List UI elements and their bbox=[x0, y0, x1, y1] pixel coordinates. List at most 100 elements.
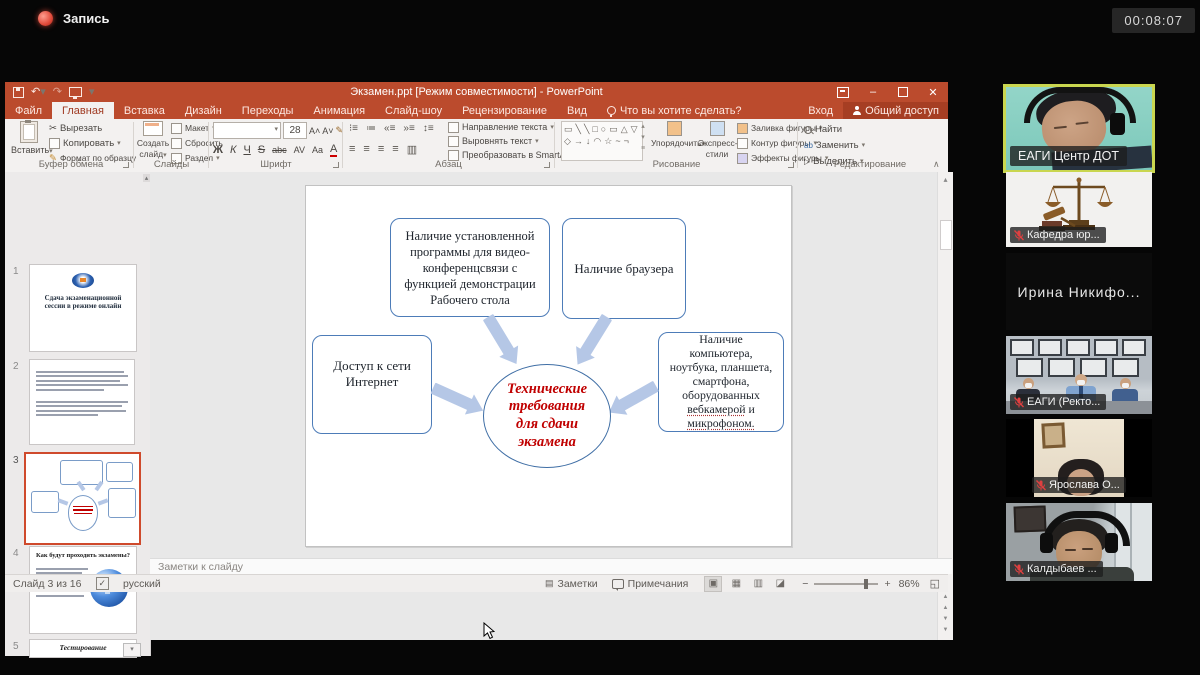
slideshow-view-button[interactable]: ◪ bbox=[772, 577, 788, 591]
change-case-button[interactable]: Aa bbox=[312, 145, 323, 155]
strikethrough-button[interactable]: S bbox=[258, 144, 265, 156]
tab-home[interactable]: Главная bbox=[52, 102, 114, 119]
shape-icon[interactable]: → bbox=[574, 135, 583, 147]
zoom-slider[interactable] bbox=[814, 583, 878, 585]
participant-tile-eagi-rector[interactable]: ЕАГИ (Ректо... bbox=[1006, 336, 1152, 414]
shape-icon[interactable]: ◠ bbox=[593, 135, 601, 147]
zoom-slider-thumb[interactable] bbox=[864, 579, 868, 589]
slide-thumbnail-5[interactable]: Тестирование bbox=[29, 639, 137, 658]
reading-view-button[interactable]: ▥ bbox=[750, 577, 766, 591]
previous-slide-button[interactable]: ▲▲ bbox=[938, 592, 953, 614]
justify-icon[interactable]: ≡ bbox=[392, 143, 398, 156]
shape-icon[interactable]: ¬ bbox=[624, 135, 629, 147]
zoom-in-button[interactable]: + bbox=[884, 578, 890, 590]
numbering-icon[interactable]: ≔ bbox=[366, 123, 376, 134]
minimize-button[interactable]: – bbox=[858, 82, 888, 102]
char-spacing-button[interactable]: AV bbox=[294, 145, 305, 155]
paste-button[interactable]: Вставить▾ bbox=[11, 121, 47, 156]
notes-pane[interactable]: Заметки к слайду bbox=[150, 558, 952, 574]
arrow-left-to-center[interactable] bbox=[431, 383, 473, 411]
shape-devices-box[interactable]: Наличие компьютера, ноутбука, планшета, … bbox=[658, 332, 784, 432]
share-button[interactable]: Общий доступ bbox=[843, 102, 948, 119]
shape-icon[interactable]: ╲ bbox=[576, 123, 581, 135]
tab-insert[interactable]: Вставка bbox=[114, 102, 175, 119]
arrow-topright-to-center[interactable] bbox=[580, 314, 612, 356]
spellcheck-icon[interactable]: ✓ bbox=[96, 577, 110, 590]
arrow-right-to-center[interactable] bbox=[618, 381, 659, 411]
thumbs-scroll-down[interactable]: ▾ bbox=[123, 643, 141, 657]
paragraph-dialog-launcher[interactable] bbox=[544, 162, 550, 168]
shape-icon[interactable]: ☆ bbox=[604, 135, 612, 147]
font-dialog-launcher[interactable] bbox=[333, 162, 339, 168]
quick-styles-button[interactable]: Экспресс-стили bbox=[698, 121, 736, 160]
shapes-gallery[interactable]: ▭╲╲□○▭△▽◇→↓◠☆~¬ bbox=[561, 121, 643, 161]
shape-center-circle[interactable]: Технические требования для сдачи экзамен… bbox=[483, 364, 611, 468]
slide-thumbnail-3-selected[interactable] bbox=[24, 452, 141, 545]
participant-tile-kaldybaev[interactable]: Калдыбаев ... bbox=[1006, 503, 1152, 581]
close-button[interactable]: ✕ bbox=[918, 82, 948, 102]
shape-icon[interactable]: ▭ bbox=[564, 123, 573, 135]
slide-thumbnail-2[interactable] bbox=[29, 359, 135, 445]
shape-icon[interactable]: ▽ bbox=[631, 123, 638, 135]
underline-button[interactable]: Ч bbox=[243, 144, 250, 156]
slide-3[interactable]: Наличие установленной программы для виде… bbox=[305, 185, 792, 547]
fit-to-window-button[interactable]: ◱ bbox=[930, 577, 940, 590]
tab-animations[interactable]: Анимация bbox=[303, 102, 375, 119]
arrow-topleft-to-center[interactable] bbox=[483, 314, 515, 355]
find-button[interactable]: Найти bbox=[804, 123, 865, 136]
participant-tile-kafedra[interactable]: Кафедра юр... bbox=[1006, 172, 1152, 247]
notes-toggle[interactable]: ▤Заметки bbox=[545, 578, 598, 590]
arrange-button[interactable]: Упорядочить▾ bbox=[651, 121, 697, 149]
shape-internet-box[interactable]: Доступ к сети Интернет bbox=[312, 335, 432, 434]
shapes-scroll[interactable]: ▴▾≡ bbox=[639, 121, 647, 154]
tab-slideshow[interactable]: Слайд-шоу bbox=[375, 102, 452, 119]
shrink-font-icon[interactable]: A˅ bbox=[322, 126, 333, 136]
small-strike-button[interactable]: abc bbox=[272, 145, 287, 155]
drawing-dialog-launcher[interactable] bbox=[788, 162, 794, 168]
collapse-ribbon-button[interactable]: ∧ bbox=[933, 159, 940, 170]
indent-increase-icon[interactable]: »≡ bbox=[403, 123, 414, 134]
shape-videoconf-box[interactable]: Наличие установленной программы для виде… bbox=[390, 218, 550, 317]
cut-button[interactable]: ✂Вырезать bbox=[49, 122, 136, 135]
font-name-combobox[interactable]: ▾ bbox=[213, 122, 281, 139]
slide-sorter-view-button[interactable]: ▦ bbox=[728, 577, 744, 591]
font-size-combobox[interactable]: 28 bbox=[283, 122, 307, 139]
new-slide-button[interactable]: Создать слайд▾ bbox=[136, 121, 170, 160]
tab-transitions[interactable]: Переходы bbox=[232, 102, 304, 119]
indent-decrease-icon[interactable]: «≡ bbox=[384, 123, 395, 134]
shape-icon[interactable]: ▭ bbox=[609, 123, 618, 135]
shape-icon[interactable]: △ bbox=[621, 123, 628, 135]
bold-button[interactable]: Ж bbox=[213, 144, 223, 156]
shape-icon[interactable]: □ bbox=[592, 123, 597, 135]
zoom-level[interactable]: 86% bbox=[899, 578, 920, 590]
bullets-icon[interactable]: ⁝≡ bbox=[349, 123, 358, 134]
copy-button[interactable]: Копировать▾ bbox=[49, 137, 136, 150]
sign-in-button[interactable]: Вход bbox=[798, 102, 843, 119]
tab-view[interactable]: Вид bbox=[557, 102, 597, 119]
shape-icon[interactable]: ↓ bbox=[586, 135, 591, 147]
comments-toggle[interactable]: Примечания bbox=[612, 578, 689, 590]
shape-icon[interactable]: ~ bbox=[615, 135, 620, 147]
tab-file[interactable]: Файл bbox=[5, 102, 52, 119]
shape-icon[interactable]: ○ bbox=[601, 123, 606, 135]
normal-view-button[interactable]: ▣ bbox=[704, 576, 722, 592]
language-indicator[interactable]: русский bbox=[123, 578, 161, 590]
ribbon-options-button[interactable] bbox=[828, 82, 858, 102]
scrollbar-thumb[interactable] bbox=[940, 220, 952, 250]
align-center-icon[interactable]: ≡ bbox=[363, 143, 369, 156]
participant-tile-yaroslava[interactable]: Ярослава О... bbox=[1006, 419, 1152, 497]
zoom-out-button[interactable]: − bbox=[802, 578, 808, 590]
columns-icon[interactable]: ▥ bbox=[407, 143, 417, 156]
shape-icon[interactable]: ◇ bbox=[564, 135, 571, 147]
restore-button[interactable] bbox=[888, 82, 918, 102]
replace-button[interactable]: abЗаменить▾ bbox=[804, 139, 865, 152]
tab-design[interactable]: Дизайн bbox=[175, 102, 232, 119]
scroll-up-icon[interactable]: ▴ bbox=[938, 172, 953, 184]
clipboard-dialog-launcher[interactable] bbox=[123, 162, 129, 168]
align-right-icon[interactable]: ≡ bbox=[378, 143, 384, 156]
font-color-button[interactable]: A bbox=[330, 143, 337, 157]
line-spacing-icon[interactable]: ↕≡ bbox=[423, 123, 434, 134]
participant-tile-eagi-dot[interactable]: ЕАГИ Центр ДОТ bbox=[1003, 84, 1155, 173]
next-slide-button[interactable]: ▼▼ bbox=[938, 614, 953, 636]
italic-button[interactable]: К bbox=[230, 144, 236, 156]
